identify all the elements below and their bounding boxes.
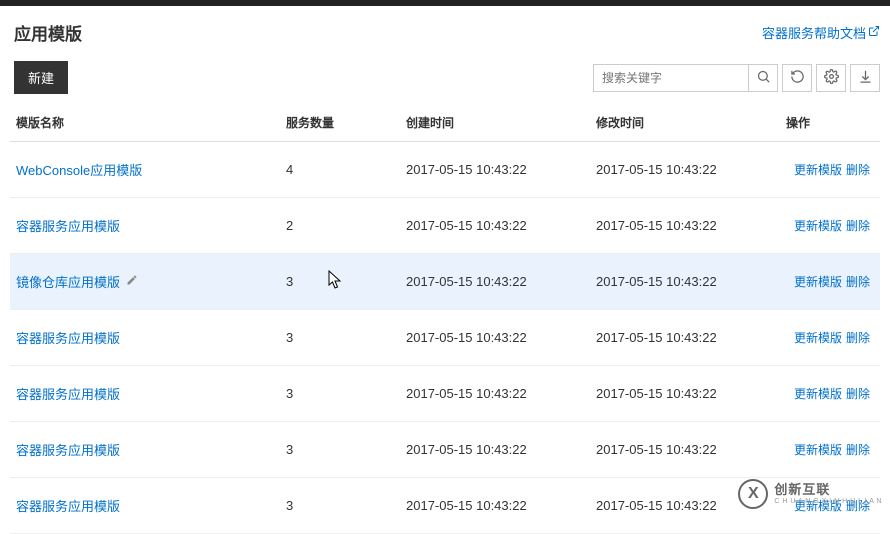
modified-time: 2017-05-15 10:43:22 <box>590 198 780 254</box>
service-count: 3 <box>280 254 400 310</box>
template-name-link[interactable]: 容器服务应用模版 <box>16 328 120 347</box>
help-link[interactable]: 容器服务帮助文档 <box>762 23 880 42</box>
external-link-icon <box>868 25 880 40</box>
settings-button[interactable] <box>816 64 846 92</box>
service-count: 4 <box>280 142 400 198</box>
page-title: 应用模版 <box>10 20 82 45</box>
watermark: X 创新互联 C H U A N G X I N H U L I A N <box>738 479 882 509</box>
modified-time: 2017-05-15 10:43:22 <box>590 366 780 422</box>
page-header: 应用模版 容器服务帮助文档 <box>10 6 880 57</box>
update-link[interactable]: 更新模版 <box>794 331 842 345</box>
watermark-cn: 创新互联 <box>774 482 882 498</box>
modified-time: 2017-05-15 10:43:22 <box>590 310 780 366</box>
col-actions: 操作 <box>780 104 880 142</box>
service-count: 3 <box>280 478 400 534</box>
refresh-icon <box>790 69 805 87</box>
template-name-link[interactable]: 容器服务应用模版 <box>16 440 120 459</box>
created-time: 2017-05-15 10:43:22 <box>400 366 590 422</box>
templates-table: 模版名称 服务数量 创建时间 修改时间 操作 WebConsole应用模版420… <box>10 104 880 534</box>
delete-link[interactable]: 删除 <box>846 331 870 345</box>
template-name-link[interactable]: 镜像仓库应用模版 <box>16 272 120 291</box>
watermark-logo-icon: X <box>738 479 768 509</box>
table-row: 容器服务应用模版32017-05-15 10:43:222017-05-15 1… <box>10 366 880 422</box>
modified-time: 2017-05-15 10:43:22 <box>590 254 780 310</box>
table-row: 容器服务应用模版22017-05-15 10:43:222017-05-15 1… <box>10 198 880 254</box>
delete-link[interactable]: 删除 <box>846 387 870 401</box>
created-time: 2017-05-15 10:43:22 <box>400 142 590 198</box>
search-input[interactable] <box>593 64 748 92</box>
modified-time: 2017-05-15 10:43:22 <box>590 142 780 198</box>
service-count: 2 <box>280 198 400 254</box>
col-created: 创建时间 <box>400 104 590 142</box>
watermark-en: C H U A N G X I N H U L I A N <box>774 498 882 506</box>
toolbar: 新建 <box>10 57 880 104</box>
table-row: 容器服务应用模版32017-05-15 10:43:222017-05-15 1… <box>10 422 880 478</box>
col-svc: 服务数量 <box>280 104 400 142</box>
update-link[interactable]: 更新模版 <box>794 219 842 233</box>
created-time: 2017-05-15 10:43:22 <box>400 310 590 366</box>
service-count: 3 <box>280 422 400 478</box>
help-link-label: 容器服务帮助文档 <box>762 23 866 42</box>
template-name-link[interactable]: WebConsole应用模版 <box>16 160 142 179</box>
col-modified: 修改时间 <box>590 104 780 142</box>
edit-icon[interactable] <box>126 274 138 289</box>
update-link[interactable]: 更新模版 <box>794 163 842 177</box>
update-link[interactable]: 更新模版 <box>794 387 842 401</box>
template-name-link[interactable]: 容器服务应用模版 <box>16 216 120 235</box>
download-button[interactable] <box>850 64 880 92</box>
service-count: 3 <box>280 310 400 366</box>
gear-icon <box>824 69 839 87</box>
table-row: 镜像仓库应用模版32017-05-15 10:43:222017-05-15 1… <box>10 254 880 310</box>
refresh-button[interactable] <box>782 64 812 92</box>
created-time: 2017-05-15 10:43:22 <box>400 422 590 478</box>
table-row: WebConsole应用模版42017-05-15 10:43:222017-0… <box>10 142 880 198</box>
delete-link[interactable]: 删除 <box>846 219 870 233</box>
template-name-link[interactable]: 容器服务应用模版 <box>16 496 120 515</box>
col-name: 模版名称 <box>10 104 280 142</box>
created-time: 2017-05-15 10:43:22 <box>400 478 590 534</box>
search-icon <box>756 69 771 87</box>
update-link[interactable]: 更新模版 <box>794 443 842 457</box>
update-link[interactable]: 更新模版 <box>794 275 842 289</box>
delete-link[interactable]: 删除 <box>846 163 870 177</box>
created-time: 2017-05-15 10:43:22 <box>400 254 590 310</box>
template-name-link[interactable]: 容器服务应用模版 <box>16 384 120 403</box>
new-button[interactable]: 新建 <box>14 61 68 94</box>
modified-time: 2017-05-15 10:43:22 <box>590 422 780 478</box>
delete-link[interactable]: 删除 <box>846 275 870 289</box>
download-icon <box>858 69 873 87</box>
search-button[interactable] <box>748 64 778 92</box>
delete-link[interactable]: 删除 <box>846 443 870 457</box>
service-count: 3 <box>280 366 400 422</box>
created-time: 2017-05-15 10:43:22 <box>400 198 590 254</box>
table-row: 容器服务应用模版32017-05-15 10:43:222017-05-15 1… <box>10 310 880 366</box>
